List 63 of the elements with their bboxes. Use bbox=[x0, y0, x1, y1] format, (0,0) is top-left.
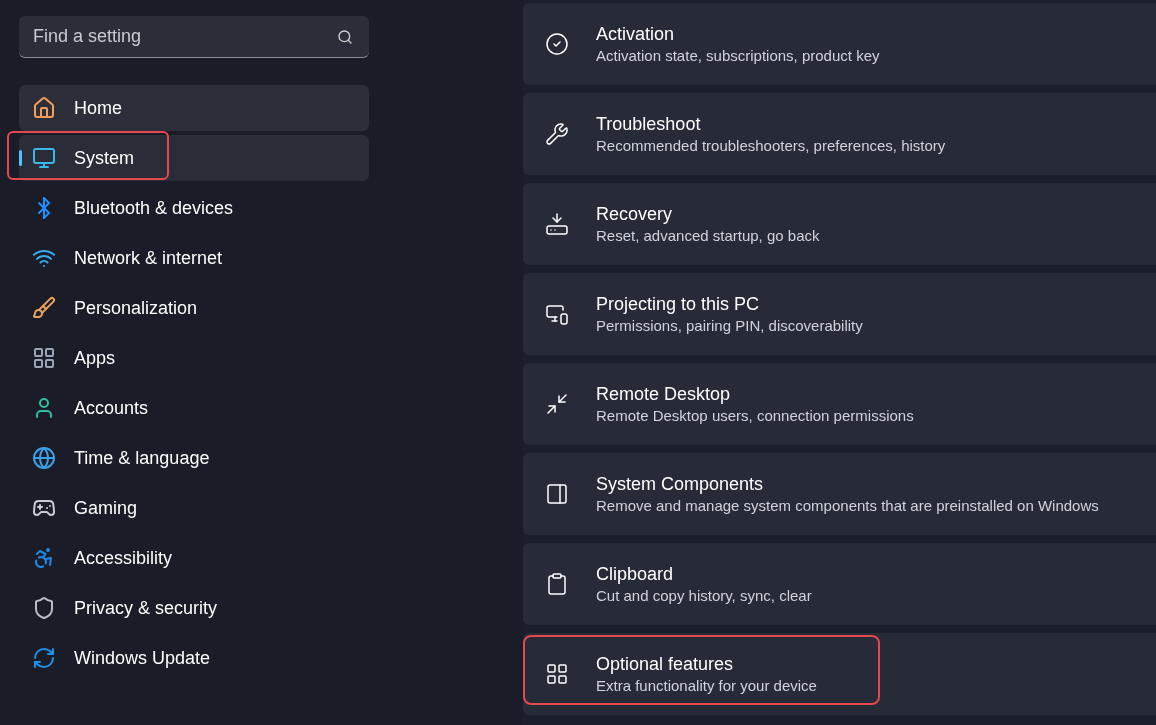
nav-label: Windows Update bbox=[74, 646, 211, 670]
nav-item[interactable]: Time & language bbox=[19, 435, 369, 481]
clipboard-icon bbox=[545, 572, 569, 596]
screens-icon bbox=[545, 302, 569, 326]
setting-card[interactable]: Projecting to this PC Permissions, pairing PIN, discoverability bbox=[523, 273, 1156, 355]
nav-item[interactable]: Accounts bbox=[19, 385, 369, 431]
setting-title: Clipboard bbox=[596, 563, 675, 586]
selection-indicator bbox=[19, 150, 22, 166]
nav-label: Privacy & security bbox=[74, 596, 218, 620]
nav-label: Apps bbox=[74, 346, 116, 370]
arrows-icon bbox=[545, 392, 569, 416]
update-icon bbox=[32, 646, 56, 670]
nav-item[interactable]: Windows Update bbox=[19, 635, 369, 681]
setting-title: System Components bbox=[596, 473, 765, 496]
nav-item[interactable]: Accessibility bbox=[19, 535, 369, 581]
setting-title: Recovery bbox=[596, 203, 674, 226]
setting-card[interactable]: Optional features Extra functionality for your device bbox=[523, 633, 1156, 715]
nav-label: Accessibility bbox=[74, 546, 173, 570]
nav-item[interactable]: Network & internet bbox=[19, 235, 369, 281]
brush-icon bbox=[32, 296, 56, 320]
nav-item[interactable]: Gaming bbox=[19, 485, 369, 531]
shield-icon bbox=[32, 596, 56, 620]
search-icon bbox=[337, 29, 353, 45]
setting-card[interactable]: Activation Activation state, subscriptions, product key bbox=[523, 3, 1156, 85]
nav-item[interactable]: Bluetooth & devices bbox=[19, 185, 369, 231]
setting-title: Activation bbox=[596, 23, 676, 46]
wrench-icon bbox=[545, 122, 569, 146]
setting-description: Permissions, pairing PIN, discoverability bbox=[596, 316, 863, 336]
search-field[interactable]: Find a setting bbox=[19, 16, 369, 58]
setting-description: Recommended troubleshooters, preferences, history bbox=[596, 136, 946, 156]
setting-description: Remote Desktop users, connection permissions bbox=[596, 406, 914, 426]
setting-card[interactable]: System Components Remove and manage system components that are preinstalled on Windows bbox=[523, 453, 1156, 535]
check-circle-icon bbox=[545, 32, 569, 56]
setting-description: Remove and manage system components that are preinstalled on Windows bbox=[596, 496, 1099, 516]
nav-label: System bbox=[74, 146, 134, 170]
nav-item[interactable]: Personalization bbox=[19, 285, 369, 331]
setting-card[interactable]: Remote Desktop Remote Desktop users, connection permissions bbox=[523, 363, 1156, 445]
nav-label: Personalization bbox=[74, 296, 198, 320]
house-icon bbox=[32, 96, 56, 120]
setting-title: Remote Desktop bbox=[596, 383, 732, 406]
nav-label: Bluetooth & devices bbox=[74, 196, 234, 220]
setting-card[interactable]: Troubleshoot Recommended troubleshooters, preferences, history bbox=[523, 93, 1156, 175]
monitor-icon bbox=[32, 146, 56, 170]
setting-description: Extra functionality for your device bbox=[596, 676, 817, 696]
setting-card[interactable]: Recovery Reset, advanced startup, go back bbox=[523, 183, 1156, 265]
apps-grid-icon bbox=[32, 346, 56, 370]
nav-item[interactable]: Privacy & security bbox=[19, 585, 369, 631]
setting-title: Projecting to this PC bbox=[596, 293, 761, 316]
nav-item[interactable]: Apps bbox=[19, 335, 369, 381]
setting-title: Troubleshoot bbox=[596, 113, 702, 136]
recovery-icon bbox=[545, 212, 569, 236]
nav-label: Accounts bbox=[74, 396, 149, 420]
nav-item[interactable]: System bbox=[19, 135, 369, 181]
setting-description: Reset, advanced startup, go back bbox=[596, 226, 820, 246]
setting-description: Activation state, subscriptions, product key bbox=[596, 46, 880, 66]
nav-label: Home bbox=[74, 96, 122, 120]
setting-description: Cut and copy history, sync, clear bbox=[596, 586, 812, 606]
nav-label: Network & internet bbox=[74, 246, 223, 270]
nav-label: Gaming bbox=[74, 496, 138, 520]
setting-title: Optional features bbox=[596, 653, 735, 676]
setting-card[interactable]: Clipboard Cut and copy history, sync, clear bbox=[523, 543, 1156, 625]
nav-item[interactable]: Home bbox=[19, 85, 369, 131]
nav-label: Time & language bbox=[74, 446, 210, 470]
